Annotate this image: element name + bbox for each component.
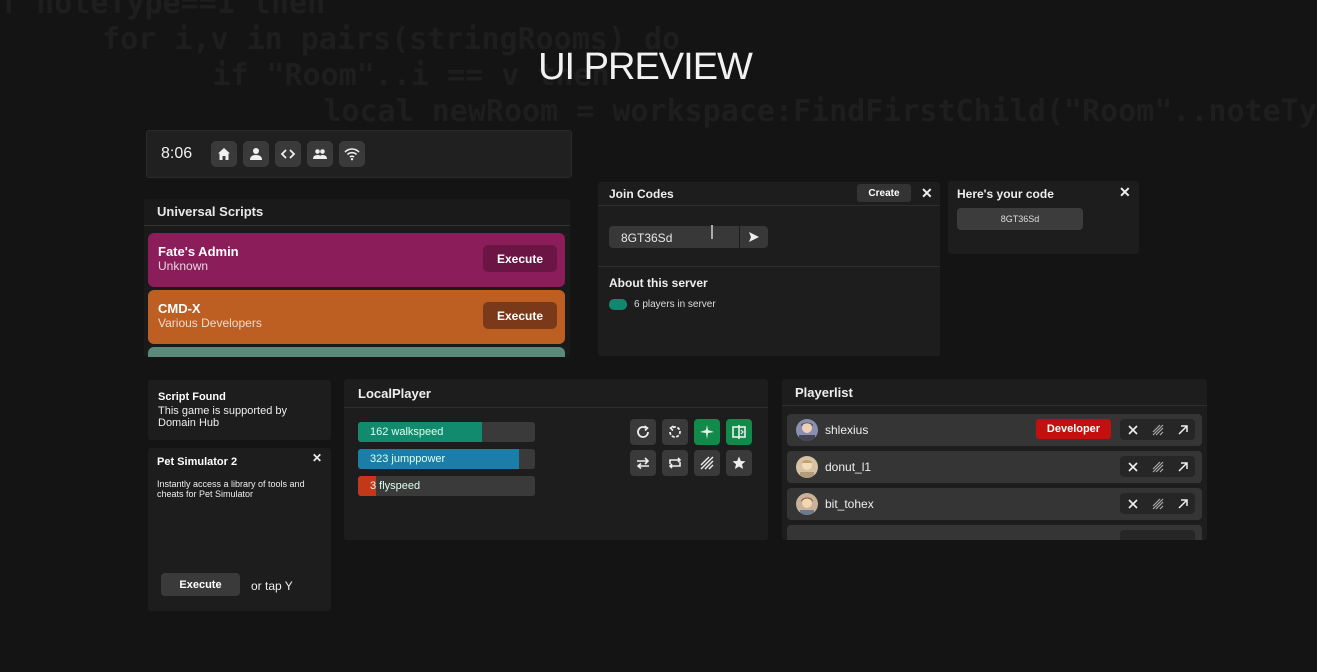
jumppower-slider[interactable]: 323 jumppower <box>358 449 535 469</box>
execute-button[interactable]: Execute <box>483 245 557 272</box>
join-codes-header: Join Codes Create ✕ <box>598 182 940 206</box>
player-actions <box>1120 493 1195 514</box>
split-icon[interactable] <box>726 419 752 445</box>
player-row[interactable]: bit_tohex <box>787 488 1202 520</box>
text-cursor <box>711 225 713 239</box>
slider-label: 3 flyspeed <box>370 480 421 492</box>
stripes-icon[interactable] <box>1152 424 1164 436</box>
playerlist-panel: Playerlist shlexius Developer donut_l1 b… <box>782 379 1207 540</box>
script-name: CMD-X <box>158 301 201 316</box>
avatar <box>796 456 818 478</box>
status-dot <box>609 299 627 310</box>
script-author: Various Developers <box>158 316 262 330</box>
loop-icon[interactable] <box>662 450 688 476</box>
your-code-panel: Here's your code ✕ 8GT36Sd <box>948 181 1139 254</box>
walkspeed-slider[interactable]: 162 walkspeed <box>358 422 535 442</box>
divider <box>598 266 940 267</box>
script-found-title: Script Found <box>158 391 226 403</box>
your-code-title: Here's your code <box>957 187 1054 201</box>
player-actions <box>1120 456 1195 477</box>
player-actions <box>1120 530 1195 540</box>
topbar: 8:06 <box>146 130 572 178</box>
game-description: Instantly access a library of tools and … <box>157 479 305 499</box>
script-card-partial <box>148 347 565 357</box>
player-row[interactable]: donut_l1 <box>787 451 1202 483</box>
teleport-arrow-icon[interactable] <box>1177 461 1189 473</box>
universal-scripts-title: Universal Scripts <box>144 199 570 226</box>
close-icon[interactable] <box>1127 461 1139 473</box>
close-icon[interactable]: ✕ <box>1119 184 1131 201</box>
player-name: donut_l1 <box>825 460 872 474</box>
background-code-line: if noteType==1 then <box>0 0 326 21</box>
players-count-row: 6 players in server <box>609 299 716 310</box>
local-player-panel: LocalPlayer 162 walkspeed 323 jumppower … <box>344 379 768 540</box>
stripes-icon[interactable] <box>1152 498 1164 510</box>
script-card-cmd-x: CMD-X Various Developers Execute <box>148 290 565 344</box>
fly-icon[interactable] <box>694 419 720 445</box>
clock: 8:06 <box>161 145 193 162</box>
home-icon[interactable] <box>211 141 237 167</box>
create-button[interactable]: Create <box>857 184 911 202</box>
avatar <box>796 419 818 441</box>
script-card-fates-admin: Fate's Admin Unknown Execute <box>148 233 565 287</box>
player-name: shlexius <box>825 423 869 437</box>
script-name: Fate's Admin <box>158 244 239 259</box>
slider-label: 323 jumppower <box>370 453 446 465</box>
execute-button[interactable]: Execute <box>483 302 557 329</box>
teleport-arrow-icon[interactable] <box>1177 498 1189 510</box>
pet-simulator-card: Pet Simulator 2 ✕ Instantly access a lib… <box>148 448 331 611</box>
star-icon[interactable] <box>726 450 752 476</box>
local-player-title: LocalPlayer <box>344 379 768 408</box>
script-found-text: This game is supported by Domain Hub <box>158 405 288 429</box>
slider-label: 162 walkspeed <box>370 426 444 438</box>
players-count: 6 players in server <box>634 299 716 310</box>
send-button[interactable] <box>740 226 768 248</box>
universal-scripts-panel: Universal Scripts Fate's Admin Unknown E… <box>144 199 570 357</box>
topbar-icons <box>211 141 365 167</box>
close-icon[interactable]: ✕ <box>312 451 322 465</box>
stripes-icon[interactable] <box>694 450 720 476</box>
player-actions <box>1120 419 1195 440</box>
game-title: Pet Simulator 2 <box>157 456 238 468</box>
join-codes-title: Join Codes <box>609 187 674 201</box>
code-icon[interactable] <box>275 141 301 167</box>
send-icon <box>749 232 759 242</box>
tap-hint: or tap Y <box>251 579 293 593</box>
player-name: bit_tohex <box>825 497 874 511</box>
player-row[interactable]: shlexius Developer <box>787 414 1202 446</box>
stripes-icon[interactable] <box>1152 461 1164 473</box>
join-codes-panel: Join Codes Create ✕ 8GT36Sd About this s… <box>598 182 940 356</box>
local-player-actions <box>630 419 752 476</box>
close-icon[interactable]: ✕ <box>921 185 933 202</box>
script-author: Unknown <box>158 259 209 273</box>
execute-button[interactable]: Execute <box>161 573 240 596</box>
background-code-line: local newRoom = workspace:FindFirstChild… <box>215 94 1317 129</box>
playerlist-title: Playerlist <box>782 379 1207 406</box>
close-icon[interactable] <box>1127 424 1139 436</box>
flyspeed-slider[interactable]: 3 flyspeed <box>358 476 535 496</box>
generated-code[interactable]: 8GT36Sd <box>957 208 1083 230</box>
avatar <box>796 493 818 515</box>
close-icon[interactable] <box>1127 498 1139 510</box>
about-server-title: About this server <box>609 276 708 290</box>
page-title: UI PREVIEW <box>538 46 753 88</box>
swap-icon[interactable] <box>630 450 656 476</box>
script-found-toast: Script Found This game is supported by D… <box>148 380 331 440</box>
player-row-partial <box>787 525 1202 540</box>
wifi-icon[interactable] <box>339 141 365 167</box>
refresh-icon[interactable] <box>630 419 656 445</box>
code-input[interactable]: 8GT36Sd <box>609 226 739 248</box>
teleport-arrow-icon[interactable] <box>1177 424 1189 436</box>
group-icon[interactable] <box>307 141 333 167</box>
developer-badge: Developer <box>1036 419 1111 439</box>
user-icon[interactable] <box>243 141 269 167</box>
rotate-icon[interactable] <box>662 419 688 445</box>
